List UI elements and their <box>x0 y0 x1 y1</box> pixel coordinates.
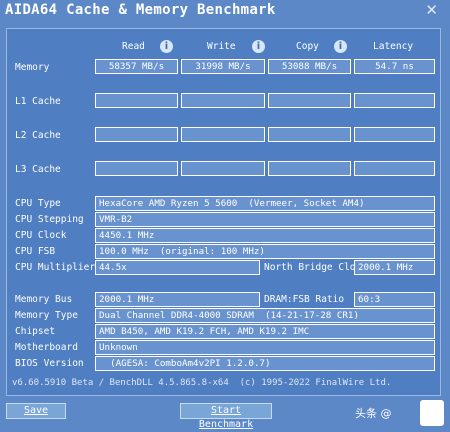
cpu-multiplier-label: CPU Multiplier <box>15 262 96 273</box>
memory-type-label: Memory Type <box>15 310 78 321</box>
benchmark-window: AIDA64 Cache & Memory Benchmark ✕ Read i… <box>0 0 450 432</box>
watermark-logo-icon <box>420 400 444 426</box>
l3-latency-value <box>354 161 435 176</box>
l3-copy-value <box>268 161 351 176</box>
cpu-type-label: CPU Type <box>15 198 61 209</box>
column-read-header: Read <box>122 41 145 52</box>
motherboard-label: Motherboard <box>15 342 78 353</box>
memory-latency-value: 54.7 ns <box>354 59 435 74</box>
bios-version-label: BIOS Version <box>15 358 84 369</box>
info-icon-copy[interactable]: i <box>334 40 347 53</box>
info-icon-read[interactable]: i <box>160 40 173 53</box>
close-icon[interactable]: ✕ <box>425 1 438 19</box>
memory-type-value: Dual Channel DDR4-4000 SDRAM (14-21-17-2… <box>95 308 435 323</box>
bios-version-value: (AGESA: ComboAm4v2PI 1.2.0.7) <box>95 356 435 371</box>
cpu-clock-value: 4450.1 MHz <box>95 228 435 243</box>
info-icon-write[interactable]: i <box>252 40 265 53</box>
cpu-clock-label: CPU Clock <box>15 230 67 241</box>
l3-cache-row-label: L3 Cache <box>15 164 61 175</box>
version-footer: v6.60.5910 Beta / BenchDLL 4.5.865.8-x64… <box>12 378 392 388</box>
l2-read-value <box>95 127 178 142</box>
chipset-value: AMD B450, AMD K19.2 FCH, AMD K19.2 IMC <box>95 324 435 339</box>
l1-read-value <box>95 93 178 108</box>
cpu-multiplier-value: 44.5x <box>95 260 260 275</box>
watermark-text: 头条 @ <box>355 407 392 420</box>
memory-row-label: Memory <box>15 62 50 73</box>
save-button[interactable]: Save <box>6 403 66 419</box>
title-bar: AIDA64 Cache & Memory Benchmark ✕ <box>0 0 450 25</box>
cpu-fsb-label: CPU FSB <box>15 246 56 257</box>
l1-cache-row-label: L1 Cache <box>15 96 61 107</box>
column-copy-header: Copy <box>296 41 319 52</box>
memory-read-value: 58357 MB/s <box>95 59 178 74</box>
cpu-stepping-value: VMR-B2 <box>95 212 435 227</box>
l2-write-value <box>181 127 265 142</box>
north-bridge-clock-label: North Bridge Clock <box>264 262 367 273</box>
memory-copy-value: 53088 MB/s <box>268 59 351 74</box>
dram-fsb-ratio-label: DRAM:FSB Ratio <box>264 294 345 305</box>
l2-cache-row-label: L2 Cache <box>15 130 61 141</box>
cpu-stepping-label: CPU Stepping <box>15 214 84 225</box>
l3-read-value <box>95 161 178 176</box>
start-benchmark-button[interactable]: Start Benchmark <box>180 403 272 430</box>
memory-bus-label: Memory Bus <box>15 294 73 305</box>
l1-write-value <box>181 93 265 108</box>
l1-latency-value <box>354 93 435 108</box>
memory-write-value: 31998 MB/s <box>181 59 265 74</box>
chipset-label: Chipset <box>15 326 56 337</box>
column-latency-header: Latency <box>373 41 414 52</box>
cpu-type-value: HexaCore AMD Ryzen 5 5600 (Vermeer, Sock… <box>95 196 435 211</box>
memory-bus-value: 2000.1 MHz <box>95 292 260 307</box>
window-title: AIDA64 Cache & Memory Benchmark <box>5 2 276 18</box>
l1-copy-value <box>268 93 351 108</box>
dram-fsb-ratio-value: 60:3 <box>354 292 435 307</box>
l2-copy-value <box>268 127 351 142</box>
north-bridge-clock-value: 2000.1 MHz <box>354 260 435 275</box>
motherboard-value: Unknown <box>95 340 435 355</box>
column-write-header: Write <box>207 41 236 52</box>
l3-write-value <box>181 161 265 176</box>
cpu-fsb-value: 100.0 MHz (original: 100 MHz) <box>95 244 435 259</box>
l2-latency-value <box>354 127 435 142</box>
